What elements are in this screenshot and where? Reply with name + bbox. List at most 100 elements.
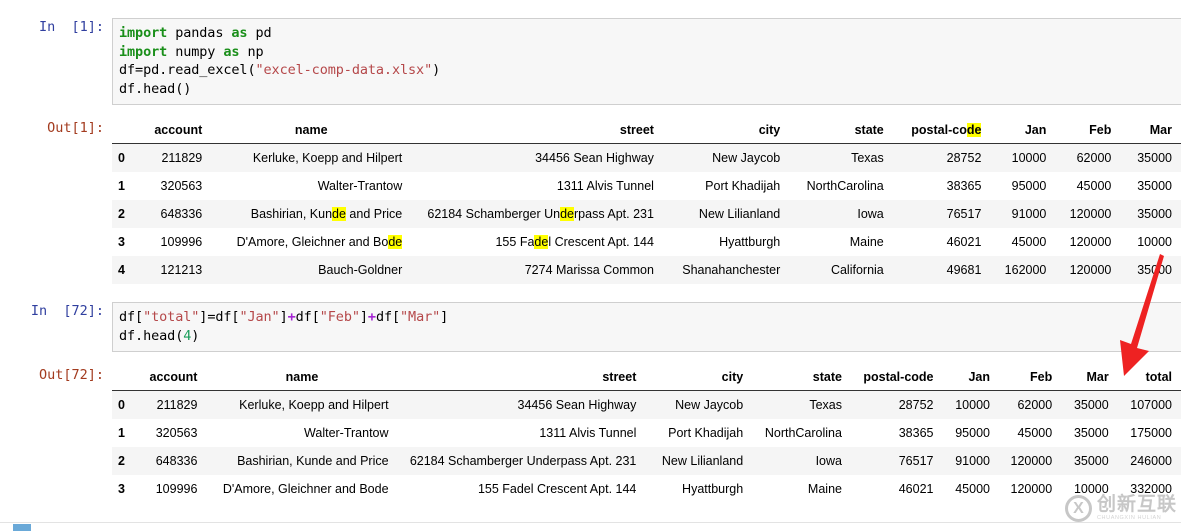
- cell-feb: 62000: [1076, 151, 1112, 165]
- table-row: 0 211829 Kerluke, Koepp and Hilpert 3445…: [112, 390, 1181, 419]
- cell-account: 121213: [160, 263, 203, 277]
- cell-account: 211829: [161, 151, 203, 165]
- cell-jan: 45000: [955, 482, 990, 496]
- cell-feb: 120000: [1069, 263, 1112, 277]
- code-source-1: import pandas as pd import numpy as np d…: [119, 25, 441, 97]
- cell-city: Port Khadijah: [668, 426, 744, 440]
- name-highlight: de: [332, 207, 346, 221]
- cell-street: 34456 Sean Highway: [517, 398, 637, 412]
- cell-account: 109996: [160, 235, 203, 249]
- cell-street: 62184 Schamberger Underpass Apt. 231: [409, 454, 637, 468]
- watermark-subtitle: CHUANGXIN HULIAN: [1096, 515, 1162, 522]
- cell-state: NorthCarolina: [806, 179, 884, 193]
- dataframe-output-1: account name street city state postal-co…: [112, 119, 1181, 284]
- cell-city: Hyattburgh: [682, 482, 744, 496]
- column-header-index: [112, 366, 135, 391]
- table-row: 2 648336 Bashirian, Kunde and Price 6218…: [112, 447, 1181, 475]
- cell-postal-code: 49681: [946, 263, 982, 277]
- cell-mar: 10000: [1073, 482, 1109, 496]
- code-editor-1[interactable]: import pandas as pd import numpy as np d…: [112, 18, 1181, 105]
- cell-street: 155 Fadel Crescent Apt. 144: [495, 235, 654, 249]
- cell-street: 7274 Marissa Common: [524, 263, 654, 277]
- cell-city: Hyattburgh: [719, 235, 781, 249]
- cell-state: Maine: [849, 235, 884, 249]
- table-row: 1 320563 Walter-Trantow 1311 Alvis Tunne…: [112, 172, 1181, 200]
- cell-street: 34456 Sean Highway: [535, 151, 654, 165]
- cell-state: NorthCarolina: [764, 426, 842, 440]
- column-header-account: account: [134, 366, 207, 391]
- cell-city: New Lilianland: [661, 454, 744, 468]
- cell-postal-code: 46021: [898, 482, 934, 496]
- cell-street: 62184 Schamberger Underpass Apt. 231: [427, 207, 654, 221]
- column-header-jan: Jan: [990, 119, 1056, 144]
- cell-postal-code: 38365: [946, 179, 982, 193]
- cell-name: Kerluke, Koepp and Hilpert: [239, 398, 389, 412]
- cell-state: Iowa: [815, 454, 842, 468]
- cell-total: 332000: [1130, 482, 1172, 496]
- table-header-row: account name street city state postal-co…: [112, 366, 1181, 391]
- cell-jan: 10000: [1011, 151, 1047, 165]
- horizontal-scrollbar[interactable]: [0, 522, 1181, 532]
- cell-name: Bashirian, Kunde and Price: [250, 207, 403, 221]
- in-prompt-1: In [1]:: [38, 19, 104, 35]
- column-header-city: city: [662, 119, 790, 144]
- out-prompt-1: Out[1]:: [47, 120, 104, 136]
- code-source-2: df["total"]=df["Jan"]+df["Feb"]+df["Mar"…: [119, 309, 449, 344]
- row-index: 3: [118, 235, 125, 249]
- code-editor-2[interactable]: df["total"]=df["Jan"]+df["Feb"]+df["Mar"…: [112, 302, 1181, 352]
- cell-feb: 62000: [1017, 398, 1053, 412]
- cell-mar: 35000: [1137, 263, 1172, 277]
- code-cell-2[interactable]: In [72]: df["total"]=df["Jan"]+df["Feb"]…: [0, 302, 1181, 352]
- cell-mar: 35000: [1073, 398, 1109, 412]
- table-row: 3 109996 D'Amore, Gleichner and Bode 155…: [112, 475, 1181, 503]
- cell-postal-code: 46021: [946, 235, 982, 249]
- column-header-total: total: [1117, 366, 1181, 391]
- cell-feb: 120000: [1010, 482, 1053, 496]
- row-index: 2: [118, 454, 125, 468]
- cell-name: Bauch-Goldner: [318, 263, 403, 277]
- street-highlight: de: [534, 235, 549, 249]
- column-header-postal-code: postal-code: [892, 119, 991, 144]
- cell-street: 1311 Alvis Tunnel: [539, 426, 637, 440]
- column-header-street: street: [411, 119, 663, 144]
- cell-feb: 45000: [1076, 179, 1112, 193]
- column-header-account: account: [136, 119, 212, 144]
- cell-feb: 45000: [1017, 426, 1053, 440]
- row-index: 2: [118, 207, 125, 221]
- cell-account: 109996: [155, 482, 198, 496]
- table-head-2: account name street city state postal-co…: [112, 366, 1181, 391]
- name-highlight: de: [388, 235, 403, 249]
- cell-mar: 35000: [1073, 426, 1109, 440]
- cell-city: Shanahanchester: [682, 263, 781, 277]
- row-index: 1: [118, 426, 125, 440]
- cell-postal-code: 38365: [898, 426, 934, 440]
- cell-name: Walter-Trantow: [304, 426, 389, 440]
- column-header-name: name: [206, 366, 398, 391]
- cell-postal-code: 76517: [898, 454, 934, 468]
- column-header-street: street: [397, 366, 646, 391]
- table-header-row: account name street city state postal-co…: [112, 119, 1181, 144]
- cell-jan: 10000: [955, 398, 990, 412]
- column-header-index: [112, 119, 137, 144]
- column-header-jan: Jan: [942, 366, 999, 391]
- cell-jan: 45000: [1011, 235, 1047, 249]
- in-prompt-2: In [72]:: [30, 303, 104, 319]
- column-header-postal-code: postal-code: [850, 366, 943, 391]
- table-row: 2 648336 Bashirian, Kunde and Price 6218…: [112, 200, 1181, 228]
- scrollbar-thumb[interactable]: [13, 524, 31, 531]
- table-row: 4 121213 Bauch-Goldner 7274 Marissa Comm…: [112, 256, 1181, 284]
- code-cell-1[interactable]: In [1]: import pandas as pd import numpy…: [0, 18, 1181, 105]
- postal-code-label-highlight: de: [966, 123, 982, 137]
- cell-jan: 95000: [955, 426, 990, 440]
- cell-postal-code: 76517: [946, 207, 982, 221]
- row-index: 0: [118, 398, 125, 412]
- cell-total: 246000: [1130, 454, 1172, 468]
- cell-feb: 120000: [1069, 207, 1112, 221]
- row-index: 3: [118, 482, 125, 496]
- cell-jan: 91000: [955, 454, 990, 468]
- output-cell-2: Out[72]: account name street city state …: [0, 366, 1181, 503]
- cell-jan: 162000: [1004, 263, 1047, 277]
